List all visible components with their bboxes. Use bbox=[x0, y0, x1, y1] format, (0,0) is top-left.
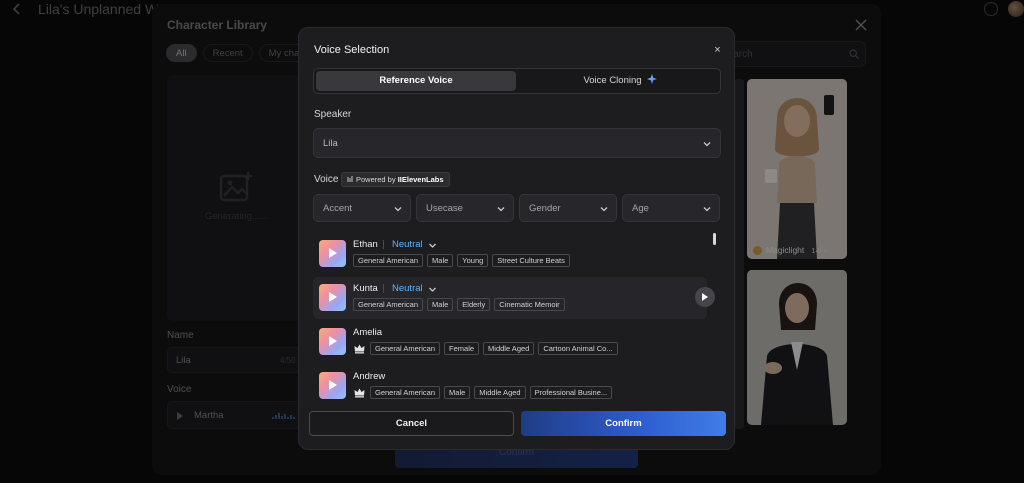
voice-mood[interactable]: Neutral bbox=[392, 283, 423, 294]
filter-age-label: Age bbox=[632, 203, 649, 214]
cancel-button[interactable]: Cancel bbox=[309, 411, 514, 436]
sparkle-icon bbox=[646, 74, 657, 84]
voice-list-scrollbar[interactable] bbox=[713, 233, 716, 245]
filter-usecase[interactable]: Usecase bbox=[416, 194, 514, 222]
tag-gender: Male bbox=[427, 298, 454, 311]
tag-gender: Male bbox=[444, 386, 471, 399]
speaker-label: Speaker bbox=[314, 109, 352, 120]
crown-icon bbox=[354, 344, 365, 354]
voice-name: Andrew bbox=[353, 371, 386, 382]
elevenlabs-bars-icon bbox=[347, 176, 353, 182]
chevron-down-icon bbox=[497, 207, 505, 212]
close-icon[interactable]: × bbox=[712, 45, 723, 56]
tag-age: Young bbox=[457, 254, 489, 267]
tag-age: Middle Aged bbox=[483, 342, 535, 355]
tag-usecase: Cinematic Memoir bbox=[494, 298, 565, 311]
page: Lila's Unplanned World Character Library… bbox=[0, 0, 1024, 483]
voice-item-kunta[interactable]: Kunta Neutral General American Male Elde… bbox=[313, 277, 715, 319]
voice-thumbnail[interactable] bbox=[319, 328, 346, 355]
filter-accent[interactable]: Accent bbox=[313, 194, 411, 222]
chevron-down-icon bbox=[703, 207, 711, 212]
voice-tags: General American Male Middle Aged Profes… bbox=[353, 386, 613, 399]
voice-item-ethan[interactable]: Ethan Neutral General American Male Youn… bbox=[313, 233, 707, 275]
tag-accent: General American bbox=[370, 342, 441, 355]
voice-selection-modal: Voice Selection × Reference Voice Voice … bbox=[298, 27, 735, 450]
voice-thumbnail[interactable] bbox=[319, 284, 346, 311]
voice-item-amelia[interactable]: Amelia General American Female Middle Ag… bbox=[313, 321, 707, 363]
voice-tags: General American Female Middle Aged Cart… bbox=[353, 342, 618, 355]
powered-by-prefix: Powered by bbox=[356, 175, 396, 184]
chevron-down-icon bbox=[394, 207, 402, 212]
play-icon bbox=[329, 336, 337, 346]
divider bbox=[383, 240, 384, 249]
chevron-down-icon bbox=[703, 142, 711, 147]
play-icon bbox=[329, 248, 337, 258]
chevron-down-icon[interactable] bbox=[428, 242, 437, 249]
speaker-select[interactable]: Lila bbox=[313, 128, 721, 158]
voice-mode-tabs: Reference Voice Voice Cloning bbox=[313, 68, 721, 94]
filter-usecase-label: Usecase bbox=[426, 203, 463, 214]
divider bbox=[383, 284, 384, 293]
tag-accent: General American bbox=[370, 386, 441, 399]
tag-gender: Female bbox=[444, 342, 480, 355]
play-icon bbox=[329, 380, 337, 390]
filter-accent-label: Accent bbox=[323, 203, 353, 214]
voice-name: Kunta bbox=[353, 283, 378, 294]
speaker-value: Lila bbox=[323, 138, 338, 149]
play-button[interactable] bbox=[695, 287, 715, 307]
voice-tags: General American Male Young Street Cultu… bbox=[353, 254, 570, 267]
tag-accent: General American bbox=[353, 254, 424, 267]
confirm-button[interactable]: Confirm bbox=[521, 411, 726, 436]
tab-voice-cloning[interactable]: Voice Cloning bbox=[520, 71, 720, 91]
play-icon bbox=[329, 292, 337, 302]
chevron-down-icon[interactable] bbox=[428, 286, 437, 293]
tag-gender: Male bbox=[427, 254, 454, 267]
tag-age: Middle Aged bbox=[474, 386, 526, 399]
chevron-down-icon bbox=[600, 207, 608, 212]
tab-reference-label: Reference Voice bbox=[379, 75, 453, 86]
modal-title: Voice Selection bbox=[314, 44, 390, 56]
tab-cloning-label: Voice Cloning bbox=[583, 75, 642, 86]
voice-thumbnail[interactable] bbox=[319, 372, 346, 399]
voice-list[interactable]: Ethan Neutral General American Male Youn… bbox=[313, 233, 721, 408]
filter-gender-label: Gender bbox=[529, 203, 561, 214]
play-icon bbox=[702, 293, 708, 301]
voice-thumbnail[interactable] bbox=[319, 240, 346, 267]
tag-age: Elderly bbox=[457, 298, 491, 311]
voice-section-label: Voice bbox=[314, 174, 339, 185]
filter-gender[interactable]: Gender bbox=[519, 194, 617, 222]
tag-usecase: Professional Busine... bbox=[529, 386, 613, 399]
tab-reference-voice[interactable]: Reference Voice bbox=[316, 71, 516, 91]
voice-name: Amelia bbox=[353, 327, 383, 338]
voice-item-andrew[interactable]: Andrew General American Male Middle Aged… bbox=[313, 365, 707, 407]
voice-tags: General American Male Elderly Cinematic … bbox=[353, 298, 565, 311]
filter-age[interactable]: Age bbox=[622, 194, 720, 222]
voice-mood[interactable]: Neutral bbox=[392, 239, 423, 250]
voice-name: Ethan bbox=[353, 239, 378, 250]
powered-by-brand: IIElevenLabs bbox=[397, 175, 444, 184]
tag-usecase: Street Culture Beats bbox=[492, 254, 570, 267]
tag-accent: General American bbox=[353, 298, 424, 311]
powered-by-badge: Powered by IIElevenLabs bbox=[341, 172, 450, 187]
crown-icon bbox=[354, 388, 365, 398]
tag-usecase: Cartoon Animal Co... bbox=[538, 342, 618, 355]
